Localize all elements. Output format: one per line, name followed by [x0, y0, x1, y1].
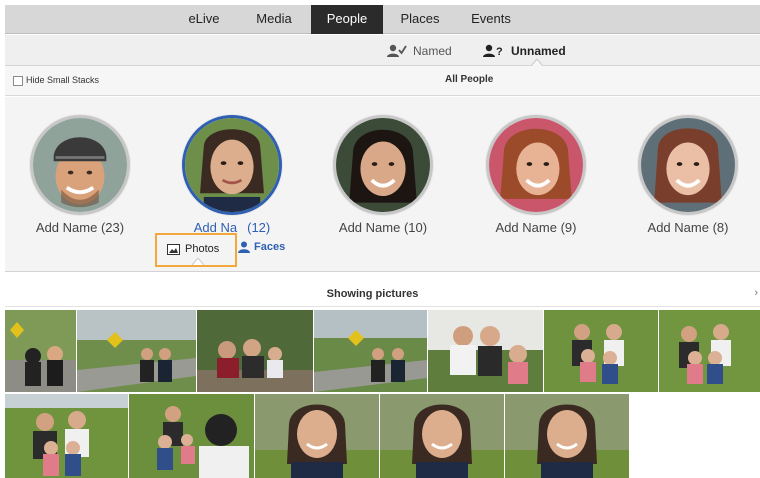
photos-button[interactable]: Photos [155, 233, 237, 267]
tab-events[interactable]: Events [459, 5, 523, 34]
filter-bar: Hide Small Stacks All People [5, 66, 760, 96]
showing-label: Showing pictures [326, 288, 419, 300]
results-header: Showing pictures › [5, 273, 760, 307]
person-stack[interactable]: Add Name (10) [308, 115, 458, 245]
photo-grid [5, 310, 760, 478]
svg-text:?: ? [496, 46, 503, 58]
unnamed-tab[interactable]: ? Unnamed [483, 41, 566, 61]
avatar[interactable] [333, 115, 433, 215]
photo-thumbnail[interactable] [659, 310, 760, 392]
photo-thumbnail[interactable] [380, 394, 504, 478]
named-tab[interactable]: Named [387, 41, 452, 61]
avatar[interactable] [486, 115, 586, 215]
person-stack[interactable]: Add Name (8) [613, 115, 760, 245]
avatar[interactable] [182, 115, 282, 215]
photo-icon [167, 243, 180, 255]
photo-thumbnail[interactable] [77, 310, 196, 392]
chevron-right-icon[interactable]: › [754, 287, 758, 299]
person-stack[interactable]: Add Name (23) [5, 115, 155, 245]
photo-thumbnail[interactable] [129, 394, 254, 478]
hide-small-stacks-checkbox[interactable] [13, 76, 23, 86]
person-stack[interactable]: Add Name (9) [461, 115, 611, 245]
top-nav-bar: eLive Media People Places Events [5, 5, 760, 34]
photo-thumbnail[interactable] [544, 310, 658, 392]
photo-thumbnail[interactable] [314, 310, 427, 392]
photos-label: Photos [185, 243, 220, 255]
avatar[interactable] [638, 115, 738, 215]
selection-caret-icon [192, 258, 204, 265]
avatar[interactable] [30, 115, 130, 215]
tab-media[interactable]: Media [243, 5, 305, 34]
photo-thumbnail[interactable] [505, 394, 629, 478]
faces-label: Faces [254, 241, 286, 253]
hide-small-stacks-label[interactable]: Hide Small Stacks [26, 75, 99, 85]
unnamed-label: Unnamed [511, 44, 566, 58]
selection-caret-icon [531, 59, 543, 66]
photo-thumbnail[interactable] [255, 394, 379, 478]
person-question-icon: ? [483, 44, 503, 58]
tab-places[interactable]: Places [389, 5, 451, 34]
photo-thumbnail[interactable] [197, 310, 313, 392]
photo-thumbnail[interactable] [5, 310, 76, 392]
person-check-icon [387, 44, 407, 57]
faces-button[interactable]: Faces [238, 241, 285, 253]
person-icon [238, 241, 250, 253]
named-label: Named [413, 44, 452, 58]
tab-elive[interactable]: eLive [173, 5, 235, 34]
people-subnav: Named ? Unnamed [5, 35, 760, 66]
tab-people[interactable]: People [311, 5, 383, 34]
photo-thumbnail[interactable] [5, 394, 128, 478]
photo-thumbnail[interactable] [428, 310, 543, 392]
view-toggle: Photos Faces [5, 230, 760, 270]
person-stack[interactable]: Add Na (12) [157, 115, 307, 245]
scope-label: All People [445, 74, 494, 85]
